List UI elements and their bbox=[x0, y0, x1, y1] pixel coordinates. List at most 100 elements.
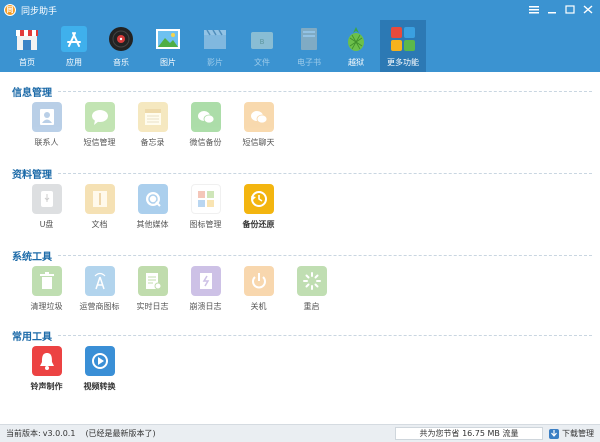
tile-label: 联系人 bbox=[34, 138, 59, 147]
status-bar: 当前版本: v3.0.0.1 (已经是最新版本了) 共为您节省 16.75 MB… bbox=[0, 424, 600, 442]
tab-apps[interactable]: 应用 bbox=[51, 20, 97, 72]
tab-home-label: 首页 bbox=[19, 58, 35, 67]
tile-icon-management[interactable]: 图标管理 bbox=[179, 184, 232, 230]
tile-documents[interactable]: 文档 bbox=[73, 184, 126, 230]
download-manager-button[interactable]: 下载管理 bbox=[549, 428, 594, 439]
trash-icon bbox=[31, 266, 62, 296]
tile-carrier-icon[interactable]: 运营商图标 bbox=[73, 266, 126, 312]
contacts-icon bbox=[31, 102, 62, 132]
divider bbox=[58, 334, 592, 336]
maximize-icon[interactable] bbox=[562, 3, 578, 16]
landscape-photo-icon bbox=[155, 26, 181, 52]
tab-more-features-label: 更多功能 bbox=[387, 58, 419, 67]
tile-contacts[interactable]: 联系人 bbox=[20, 102, 73, 148]
tile-other-media[interactable]: 其他媒体 bbox=[126, 184, 179, 230]
book-icon bbox=[296, 26, 322, 52]
app-store-icon bbox=[61, 26, 87, 52]
icon-manage-icon bbox=[190, 184, 221, 214]
tile-sms-chat[interactable]: 短信聊天 bbox=[232, 102, 285, 148]
section-header: 常用工具 bbox=[12, 328, 592, 343]
window-controls bbox=[526, 3, 596, 16]
tile-realtime-log[interactable]: 实时日志 bbox=[126, 266, 179, 312]
section-title: 系统工具 bbox=[12, 251, 52, 263]
tab-music-label: 音乐 bbox=[113, 58, 129, 67]
tile-crash-log[interactable]: 崩溃日志 bbox=[179, 266, 232, 312]
usb-drive-icon bbox=[31, 184, 62, 214]
tab-home[interactable]: 首页 bbox=[4, 20, 50, 72]
tab-movies-label: 影片 bbox=[207, 58, 223, 67]
tab-ebooks-label: 电子书 bbox=[297, 58, 321, 67]
traffic-saved-text: 共为您节省 16.75 MB 流量 bbox=[419, 429, 519, 438]
download-manager-label: 下载管理 bbox=[562, 429, 594, 438]
vinyl-icon bbox=[108, 26, 134, 52]
divider bbox=[58, 172, 592, 174]
tile-sms-management[interactable]: 短信管理 bbox=[73, 102, 126, 148]
latest-version-note: (已经是最新版本了) bbox=[85, 429, 156, 438]
folder-icon: B bbox=[249, 26, 275, 52]
tab-photos[interactable]: 图片 bbox=[145, 20, 191, 72]
tile-ringtone-maker[interactable]: 铃声制作 bbox=[20, 346, 73, 392]
main-content: 信息管理 联系人 短信管理 备忘录 微信备份 短信聊天 资料管理 U盘 文档 其… bbox=[0, 72, 600, 424]
menu-icon[interactable] bbox=[526, 3, 542, 16]
tab-jailbreak[interactable]: 越狱 bbox=[333, 20, 379, 72]
close-icon[interactable] bbox=[580, 3, 596, 16]
tile-restart[interactable]: 重启 bbox=[285, 266, 338, 312]
tab-files-label: 文件 bbox=[254, 58, 270, 67]
tile-label: 崩溃日志 bbox=[189, 302, 222, 311]
section-common-tools: 常用工具 铃声制作 视频转换 bbox=[12, 328, 592, 391]
wechat-icon bbox=[190, 102, 221, 132]
section-title: 常用工具 bbox=[12, 331, 52, 343]
grid-apps-icon bbox=[390, 26, 416, 52]
tile-backup-restore[interactable]: 备份还原 bbox=[232, 184, 285, 230]
tile-video-convert[interactable]: 视频转换 bbox=[73, 346, 126, 392]
main-toolbar: 首页 应用 音乐 图片 影片 B 文件 电子书 越狱 更多功能 bbox=[0, 20, 600, 72]
tile-grid: 铃声制作 视频转换 bbox=[20, 346, 126, 392]
document-icon bbox=[84, 184, 115, 214]
window-title: 同步助手 bbox=[21, 6, 58, 17]
ringtone-icon bbox=[31, 346, 62, 376]
power-icon bbox=[243, 266, 274, 296]
divider bbox=[58, 254, 592, 256]
section-title: 资料管理 bbox=[12, 169, 52, 181]
tile-wechat-backup[interactable]: 微信备份 bbox=[179, 102, 232, 148]
video-convert-icon bbox=[84, 346, 115, 376]
media-icon bbox=[137, 184, 168, 214]
tile-grid: 联系人 短信管理 备忘录 微信备份 短信聊天 bbox=[20, 102, 285, 148]
tab-apps-label: 应用 bbox=[66, 58, 82, 67]
tile-label: 运营商图标 bbox=[79, 302, 120, 311]
tile-label: 其他媒体 bbox=[136, 220, 169, 229]
title-bar: 同 同步助手 bbox=[0, 0, 600, 20]
backup-restore-icon bbox=[243, 184, 274, 214]
section-info-management: 信息管理 联系人 短信管理 备忘录 微信备份 短信聊天 bbox=[12, 84, 592, 147]
version-label: 当前版本: bbox=[6, 429, 41, 438]
tile-usb-drive[interactable]: U盘 bbox=[20, 184, 73, 230]
version-value: v3.0.0.1 bbox=[42, 429, 76, 438]
tab-files[interactable]: B 文件 bbox=[239, 20, 285, 72]
tile-notes[interactable]: 备忘录 bbox=[126, 102, 179, 148]
section-header: 资料管理 bbox=[12, 166, 592, 181]
section-title: 信息管理 bbox=[12, 87, 52, 99]
divider bbox=[58, 90, 592, 92]
tab-more-features[interactable]: 更多功能 bbox=[380, 20, 426, 72]
restart-icon bbox=[296, 266, 327, 296]
store-icon bbox=[14, 26, 40, 52]
tile-shutdown[interactable]: 关机 bbox=[232, 266, 285, 312]
tile-label: 备忘录 bbox=[140, 138, 165, 147]
tab-movies[interactable]: 影片 bbox=[192, 20, 238, 72]
tile-label: 实时日志 bbox=[136, 302, 169, 311]
minimize-icon[interactable] bbox=[544, 3, 560, 16]
download-icon bbox=[549, 428, 559, 439]
tile-label: 关机 bbox=[250, 302, 267, 311]
tile-clean-junk[interactable]: 清理垃圾 bbox=[20, 266, 73, 312]
tile-label: 视频转换 bbox=[83, 382, 116, 391]
clapperboard-icon bbox=[202, 26, 228, 52]
tile-label: 备份还原 bbox=[242, 220, 275, 229]
tile-label: U盘 bbox=[39, 220, 54, 229]
tab-music[interactable]: 音乐 bbox=[98, 20, 144, 72]
tab-ebooks[interactable]: 电子书 bbox=[286, 20, 332, 72]
traffic-saved-box: 共为您节省 16.75 MB 流量 bbox=[395, 427, 543, 440]
crash-log-icon bbox=[190, 266, 221, 296]
sms-icon bbox=[84, 102, 115, 132]
notes-icon bbox=[137, 102, 168, 132]
tile-label: 短信聊天 bbox=[242, 138, 275, 147]
